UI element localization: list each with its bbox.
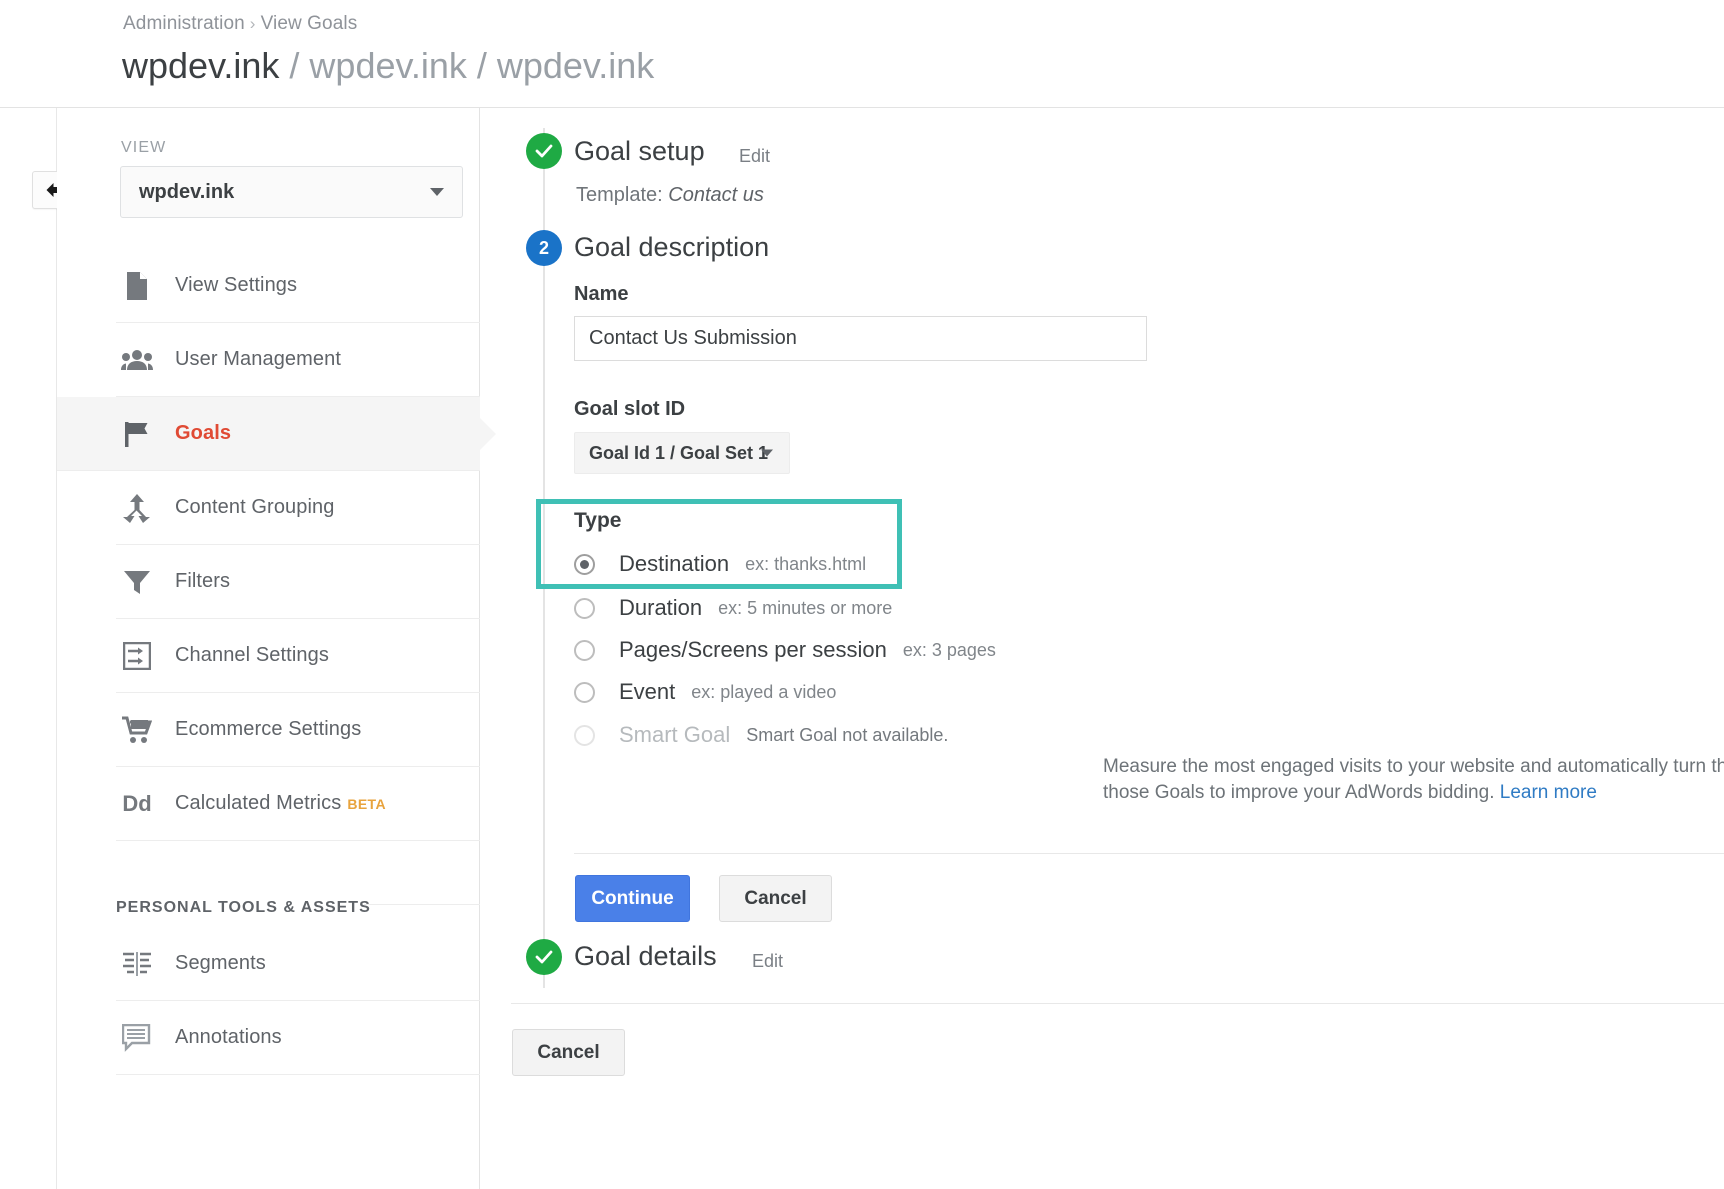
sidebar-item-user-management[interactable]: User Management: [116, 323, 480, 397]
template-prefix: Template:: [576, 184, 668, 206]
beta-badge: BETA: [347, 796, 386, 812]
continue-button[interactable]: Continue: [575, 875, 690, 922]
sidebar-menu: View Settings User Management: [57, 249, 480, 1075]
sidebar: VIEW wpdev.ink View Settings Us: [57, 108, 480, 1189]
channel-settings-icon: [116, 642, 158, 670]
step-1-title: Goal setup: [574, 136, 705, 167]
shopping-cart-icon: [116, 716, 158, 744]
section-divider: [364, 904, 480, 905]
step-3-edit-link[interactable]: Edit: [752, 951, 783, 972]
chevron-down-icon: [761, 450, 773, 457]
template-value: Contact us: [668, 184, 764, 206]
smart-goal-description-text: Measure the most engaged visits to your …: [1103, 756, 1724, 803]
sidebar-item-label: Content Grouping: [175, 496, 334, 519]
type-option-duration[interactable]: Duration ex: 5 minutes or more: [574, 593, 892, 623]
goal-setup-template: Template: Contact us: [576, 184, 764, 207]
radio-icon: [574, 598, 595, 619]
type-option-label: Event: [619, 679, 675, 705]
view-section-label: VIEW: [121, 139, 166, 157]
sidebar-item-goals[interactable]: Goals: [57, 397, 480, 471]
radio-icon: [574, 682, 595, 703]
learn-more-link[interactable]: Learn more: [1500, 782, 1597, 803]
name-field-label: Name: [574, 283, 628, 306]
type-option-label: Smart Goal: [619, 722, 730, 748]
dd-icon: Dd: [116, 791, 158, 817]
sidebar-section-label: PERSONAL TOOLS & ASSETS: [116, 899, 371, 917]
goal-slot-id-select[interactable]: Goal Id 1 / Goal Set 1: [574, 432, 790, 474]
type-option-destination[interactable]: Destination ex: thanks.html: [574, 549, 866, 579]
breadcrumb: Administration›View Goals: [123, 13, 357, 35]
name-input[interactable]: [574, 316, 1147, 361]
sidebar-item-annotations[interactable]: Annotations: [116, 1001, 480, 1075]
page-title: wpdev.ink / wpdev.ink / wpdev.ink: [122, 44, 654, 88]
sidebar-item-label: Ecommerce Settings: [175, 718, 361, 741]
segments-icon: [116, 951, 158, 977]
goal-slot-id-value: Goal Id 1 / Goal Set 1: [589, 443, 768, 464]
bottom-cancel-button[interactable]: Cancel: [512, 1029, 625, 1076]
type-label: Type: [574, 509, 621, 533]
sidebar-item-filters[interactable]: Filters: [116, 545, 480, 619]
footer-divider: [511, 1003, 1724, 1004]
breadcrumb-root[interactable]: Administration: [123, 13, 245, 34]
breadcrumb-current[interactable]: View Goals: [261, 13, 358, 34]
content-grouping-icon: [116, 493, 158, 523]
sidebar-item-ecommerce-settings[interactable]: Ecommerce Settings: [116, 693, 480, 767]
funnel-icon: [116, 568, 158, 596]
radio-icon: [574, 554, 595, 575]
step-2-status-badge: 2: [526, 230, 562, 266]
people-icon: [116, 349, 158, 371]
chevron-down-icon: [430, 188, 444, 196]
view-selector[interactable]: wpdev.ink: [120, 166, 463, 218]
sidebar-item-label: Filters: [175, 570, 230, 593]
smart-goal-description: Measure the most engaged visits to your …: [1103, 754, 1724, 806]
step-1-status-icon: [526, 133, 562, 169]
sidebar-item-label: Channel Settings: [175, 644, 329, 667]
type-option-event[interactable]: Event ex: played a video: [574, 677, 836, 707]
section-divider: [574, 853, 1724, 854]
type-option-hint: Smart Goal not available.: [746, 725, 948, 746]
step-2-title: Goal description: [574, 232, 769, 263]
sidebar-item-label: Segments: [175, 952, 266, 975]
type-option-label: Pages/Screens per session: [619, 637, 887, 663]
page-header: Administration›View Goals wpdev.ink / wp…: [0, 0, 1724, 108]
radio-icon: [574, 725, 595, 746]
sidebar-item-label: Calculated Metrics: [175, 792, 341, 815]
sidebar-section-personal-tools: PERSONAL TOOLS & ASSETS: [116, 841, 480, 927]
type-option-hint: ex: played a video: [691, 682, 836, 703]
step-1-edit-link[interactable]: Edit: [739, 146, 770, 167]
type-option-label: Duration: [619, 595, 702, 621]
type-option-smart-goal: Smart Goal Smart Goal not available.: [574, 720, 948, 750]
document-icon: [116, 271, 158, 301]
cancel-button[interactable]: Cancel: [719, 875, 832, 922]
flag-icon: [116, 419, 158, 449]
breadcrumb-separator-icon: ›: [245, 14, 261, 33]
sidebar-item-label: Goals: [175, 422, 231, 445]
sidebar-item-label: Annotations: [175, 1026, 282, 1049]
goal-slot-id-label: Goal slot ID: [574, 398, 685, 421]
sidebar-item-view-settings[interactable]: View Settings: [116, 249, 480, 323]
type-option-label: Destination: [619, 551, 729, 577]
page-title-path: / wpdev.ink / wpdev.ink: [279, 45, 654, 86]
type-option-hint: ex: 5 minutes or more: [718, 598, 892, 619]
main-content: Goal setup Edit Template: Contact us 2 G…: [481, 108, 1724, 1189]
type-option-hint: ex: 3 pages: [903, 640, 996, 661]
type-option-hint: ex: thanks.html: [745, 554, 866, 575]
radio-icon: [574, 640, 595, 661]
sidebar-item-label: User Management: [175, 348, 341, 371]
step-3-status-icon: [526, 939, 562, 975]
sidebar-item-segments[interactable]: Segments: [116, 927, 480, 1001]
sidebar-item-content-grouping[interactable]: Content Grouping: [116, 471, 480, 545]
step-3-title: Goal details: [574, 941, 717, 972]
sidebar-item-label: View Settings: [175, 274, 297, 297]
page-title-primary: wpdev.ink: [122, 45, 279, 86]
annotation-icon: [116, 1024, 158, 1052]
view-selector-value: wpdev.ink: [139, 181, 234, 204]
sidebar-item-channel-settings[interactable]: Channel Settings: [116, 619, 480, 693]
sidebar-item-calculated-metrics[interactable]: Dd Calculated Metrics BETA: [116, 767, 480, 841]
type-option-pages-screens[interactable]: Pages/Screens per session ex: 3 pages: [574, 635, 996, 665]
